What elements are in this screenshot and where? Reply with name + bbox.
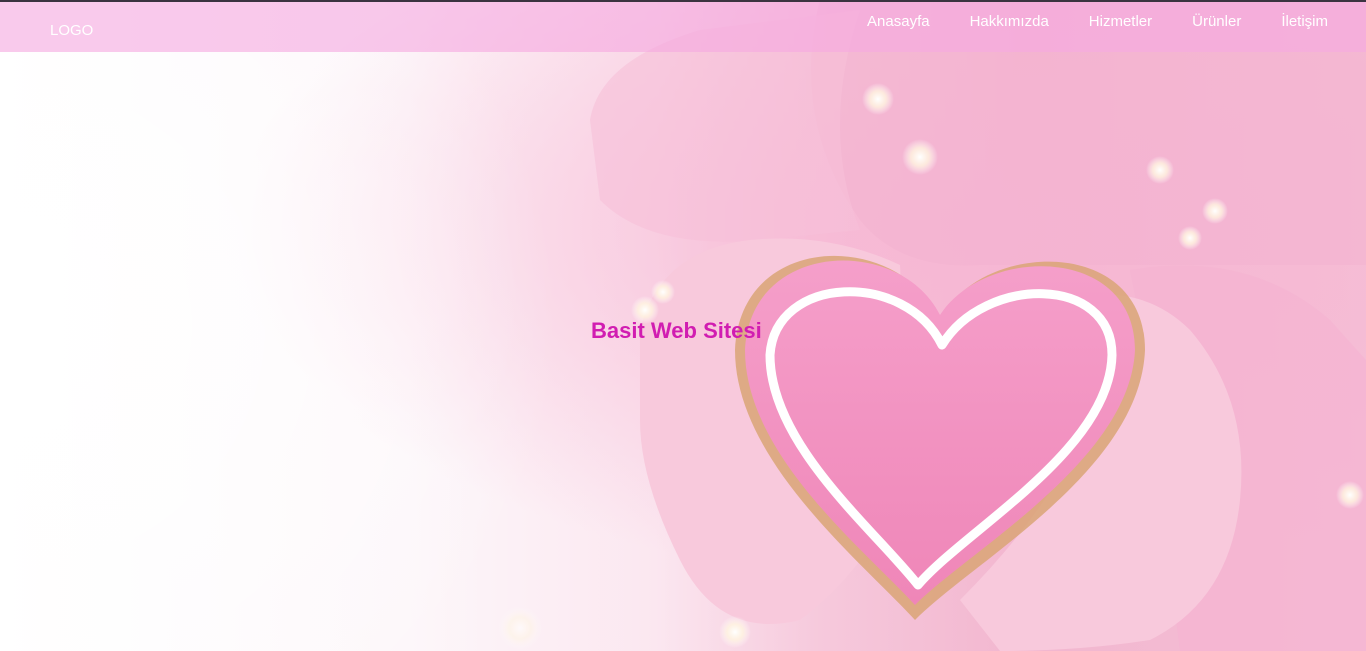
nav-item-hakkimizda: Hakkımızda	[950, 2, 1069, 42]
top-border	[0, 0, 1366, 2]
fairy-light	[862, 83, 894, 115]
nav-item-urunler: Ürünler	[1172, 2, 1261, 42]
nav-item-hizmetler: Hizmetler	[1069, 2, 1172, 42]
logo[interactable]: LOGO	[50, 22, 93, 40]
nav-link-hakkimizda[interactable]: Hakkımızda	[950, 2, 1069, 42]
nav-item-anasayfa: Anasayfa	[847, 2, 950, 42]
fairy-light	[1146, 156, 1174, 184]
fairy-light	[1178, 226, 1202, 250]
fairy-light	[1202, 198, 1228, 224]
fairy-light	[498, 606, 542, 650]
hero-title: Basit Web Sitesi	[591, 318, 762, 343]
nav-menu: Anasayfa Hakkımızda Hizmetler Ürünler İl…	[847, 2, 1366, 42]
navbar: LOGO Anasayfa Hakkımızda Hizmetler Ürünl…	[0, 2, 1366, 52]
nav-item-iletisim: İletişim	[1261, 2, 1366, 42]
fairy-light	[902, 139, 938, 175]
nav-link-urunler[interactable]: Ürünler	[1172, 2, 1261, 42]
fairy-light	[1336, 481, 1364, 509]
nav-link-iletisim[interactable]: İletişim	[1261, 2, 1366, 42]
nav-link-hizmetler[interactable]: Hizmetler	[1069, 2, 1172, 42]
page: LOGO Anasayfa Hakkımızda Hizmetler Ürünl…	[0, 0, 1366, 651]
fairy-light	[719, 616, 751, 648]
nav-link-anasayfa[interactable]: Anasayfa	[847, 2, 950, 42]
